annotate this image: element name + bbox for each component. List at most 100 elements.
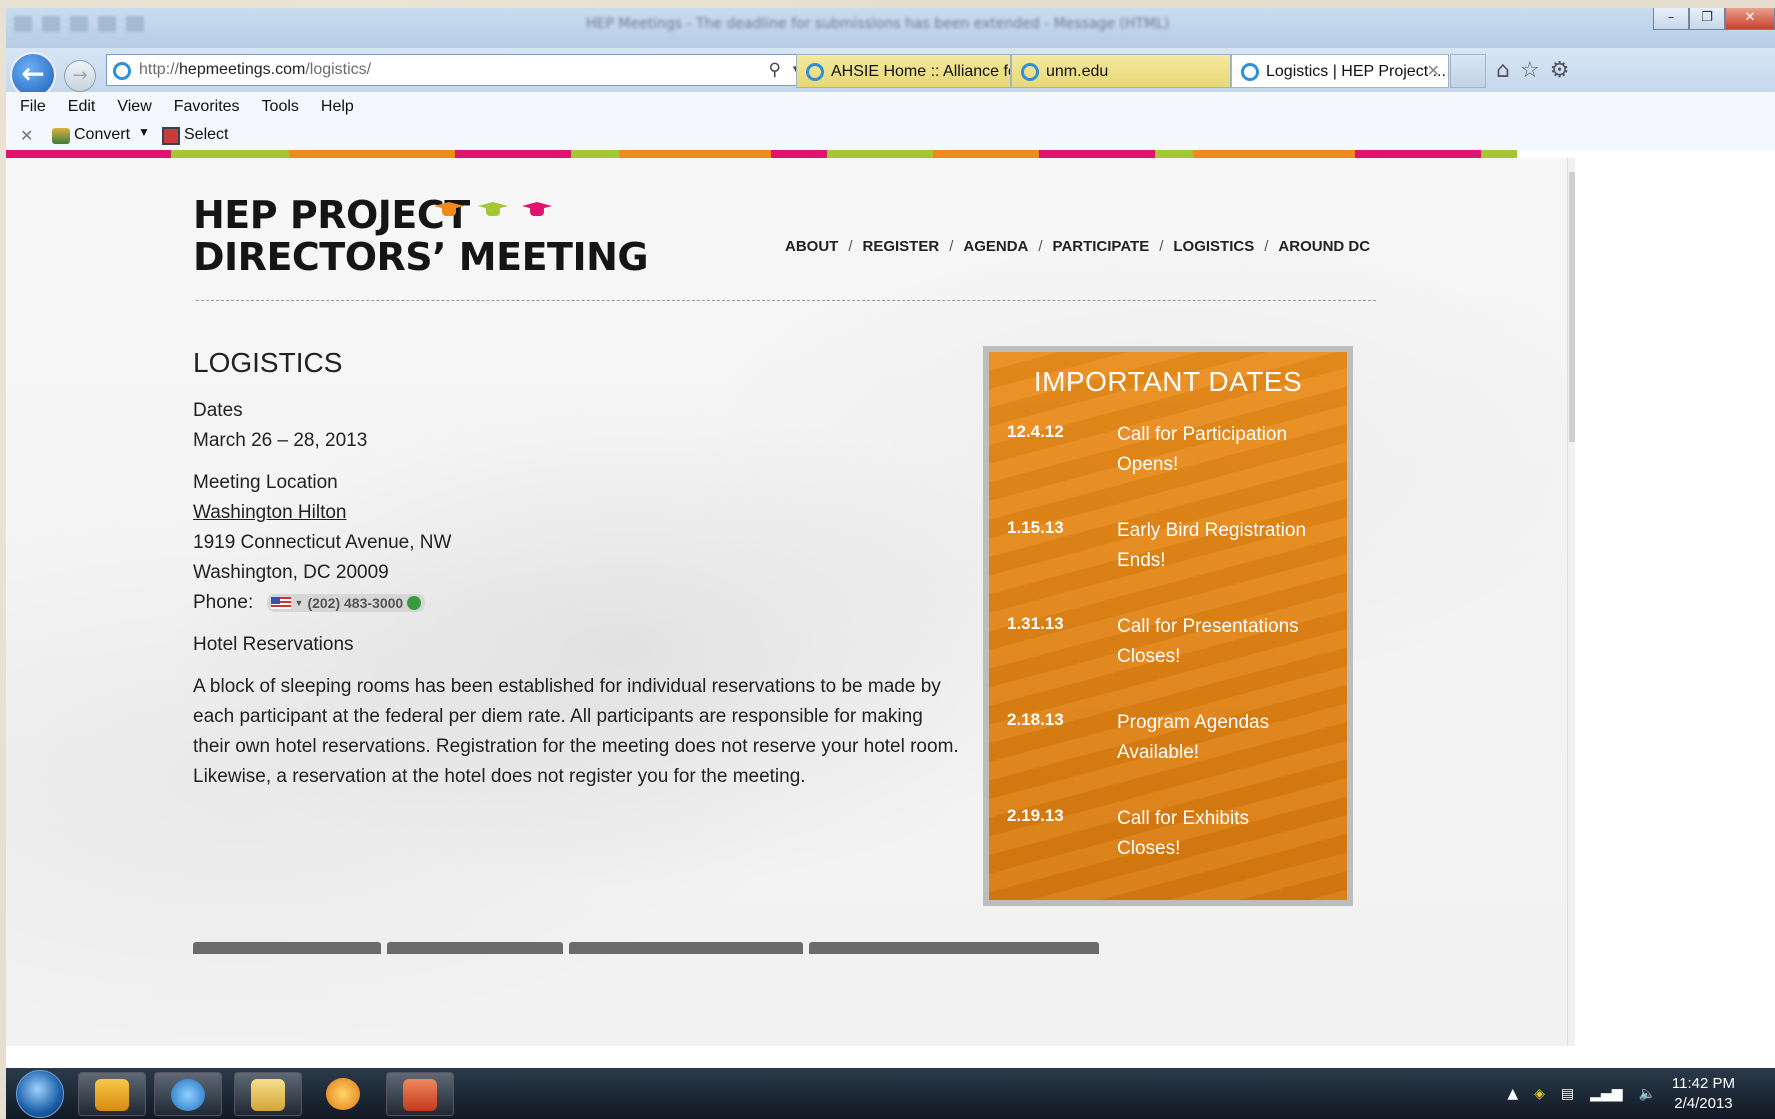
select-button[interactable]: Select	[184, 126, 228, 144]
media-player-icon	[326, 1078, 360, 1110]
taskbar-internet-explorer[interactable]	[154, 1072, 222, 1116]
new-tab-button[interactable]	[1450, 54, 1486, 88]
close-toolbar-icon[interactable]: ✕	[20, 126, 33, 146]
nav-separator: /	[1264, 238, 1269, 255]
scrollbar-thumb[interactable]	[1569, 172, 1575, 442]
convert-icon	[52, 128, 70, 144]
clock[interactable]: 11:42 PM 2/4/2013	[1672, 1074, 1735, 1114]
taskbar-powerpoint[interactable]	[386, 1072, 454, 1116]
date-value: 1.15.13	[1007, 518, 1064, 537]
title-bar: HEP Meetings - The deadline for submissi…	[6, 8, 1775, 48]
address-line-1: 1919 Connecticut Avenue, NW	[193, 532, 452, 553]
nav-participate[interactable]: PARTICIPATE	[1053, 238, 1150, 255]
graduation-cap-icon	[522, 202, 552, 218]
us-flag-icon	[270, 596, 291, 609]
restore-button[interactable]: ❐	[1689, 8, 1725, 30]
nav-agenda[interactable]: AGENDA	[963, 238, 1028, 255]
chevron-down-icon[interactable]: ▼	[138, 125, 150, 139]
show-hidden-icons-icon[interactable]: ▲	[1507, 1086, 1518, 1102]
menu-tools[interactable]: Tools	[262, 98, 299, 116]
favorites-star-icon[interactable]: ☆	[1520, 58, 1540, 83]
nav-logistics[interactable]: LOGISTICS	[1173, 238, 1254, 255]
save-icon[interactable]	[14, 16, 32, 32]
search-icon[interactable]: ⚲	[768, 60, 780, 80]
convert-button[interactable]: Convert	[74, 126, 130, 144]
dates-label: Dates	[193, 400, 243, 421]
address-bar[interactable]: http://hepmeetings.com/logistics/ ⚲ ▾ ▤ …	[106, 54, 891, 86]
up-arrow-icon[interactable]	[98, 16, 116, 32]
down-arrow-icon[interactable]	[126, 16, 144, 32]
taskbar-media-player[interactable]	[310, 1072, 378, 1116]
tab-unm[interactable]: unm.edu	[1011, 54, 1231, 88]
main-content: LOGISTICS Dates March 26 – 28, 2013 Meet…	[193, 346, 963, 804]
url-prefix: http://	[139, 61, 180, 78]
site-logo[interactable]: HEP PROJECT DIRECTORS’ MEETING	[193, 193, 649, 279]
footer-tab[interactable]	[193, 942, 381, 954]
date-event: Program Agendas Available!	[1117, 712, 1270, 763]
footer-tab[interactable]	[569, 942, 803, 954]
taskbar-explorer[interactable]	[234, 1072, 302, 1116]
date-event: Call for Participation Opens!	[1117, 424, 1288, 475]
taskbar: ▲ ◈ ▤ ▂▄▆ 🔈 11:42 PM 2/4/2013	[6, 1068, 1775, 1119]
date-value: 1.31.13	[1007, 614, 1064, 633]
forward-button[interactable]: →	[64, 60, 96, 92]
gear-icon[interactable]: ⚙	[1550, 58, 1570, 83]
date-value: 2.19.13	[1007, 806, 1064, 825]
start-button[interactable]	[16, 1070, 64, 1118]
taskbar-outlook[interactable]	[78, 1072, 146, 1116]
volume-icon[interactable]: 🔈	[1638, 1086, 1655, 1102]
powerpoint-icon	[403, 1079, 437, 1111]
window-controls: – ❐ ✕	[1653, 8, 1775, 30]
window-title: HEP Meetings - The deadline for submissi…	[586, 16, 1170, 32]
graduation-caps	[434, 202, 552, 218]
menu-view[interactable]: View	[117, 98, 151, 116]
security-shield-icon[interactable]: ◈	[1534, 1086, 1545, 1102]
location-link[interactable]: Washington Hilton	[193, 502, 346, 523]
graduation-cap-icon	[478, 202, 508, 218]
outlook-icon	[95, 1079, 129, 1111]
tab-label: unm.edu	[1046, 63, 1109, 80]
stripe-segment	[619, 150, 771, 158]
stripe-segment	[1193, 150, 1355, 158]
call-icon[interactable]	[407, 595, 422, 610]
network-adapter-icon[interactable]: ▤	[1561, 1086, 1574, 1102]
minimize-button[interactable]: –	[1653, 8, 1689, 30]
menu-edit[interactable]: Edit	[68, 98, 96, 116]
date-value: 2.18.13	[1007, 710, 1064, 729]
phone-badge[interactable]: ▼ (202) 483-3000	[266, 593, 426, 612]
redo-icon[interactable]	[70, 16, 88, 32]
nav-around-dc[interactable]: AROUND DC	[1278, 238, 1370, 255]
undo-icon[interactable]	[42, 16, 60, 32]
close-tab-icon[interactable]: ✕	[1427, 61, 1440, 81]
tab-logistics[interactable]: Logistics | HEP Project ... ✕	[1231, 54, 1449, 88]
menu-help[interactable]: Help	[321, 98, 354, 116]
nav-register[interactable]: REGISTER	[863, 238, 940, 255]
important-dates-title: IMPORTANT DATES	[1033, 366, 1303, 397]
tab-ahsie[interactable]: AHSIE Home :: Alliance for...	[796, 54, 1011, 88]
color-stripe	[6, 150, 1567, 158]
nav-separator: /	[1159, 238, 1164, 255]
site-navigation: ABOUT / REGISTER / AGENDA / PARTICIPATE / LO…	[785, 238, 1370, 255]
footer-tab[interactable]	[809, 942, 1099, 954]
internet-explorer-icon	[171, 1079, 205, 1111]
stripe-segment	[171, 150, 289, 158]
url-text[interactable]: http://hepmeetings.com/logistics/	[139, 61, 371, 79]
logo-line-2: DIRECTORS’ MEETING	[193, 235, 649, 279]
menu-file[interactable]: File	[20, 98, 46, 116]
vertical-scrollbar[interactable]	[1567, 158, 1575, 1046]
signal-bars-icon[interactable]: ▂▄▆	[1590, 1086, 1622, 1102]
date-value: 12.4.12	[1007, 422, 1064, 441]
logo-line-1: HEP PROJECT	[193, 193, 470, 237]
close-button[interactable]: ✕	[1725, 8, 1775, 30]
clock-time: 11:42 PM	[1671, 1074, 1735, 1092]
footer-tab[interactable]	[387, 942, 563, 954]
home-icon[interactable]: ⌂	[1496, 58, 1510, 83]
menu-favorites[interactable]: Favorites	[174, 98, 240, 116]
ie-page-icon	[113, 62, 131, 80]
date-event: Call for Presentations Closes!	[1117, 616, 1299, 667]
menu-bar: File Edit View Favorites Tools Help	[6, 92, 1775, 122]
chevron-down-icon: ▼	[294, 597, 304, 608]
stripe-segment	[933, 150, 1039, 158]
graduation-cap-icon	[434, 202, 464, 218]
nav-about[interactable]: ABOUT	[785, 238, 838, 255]
